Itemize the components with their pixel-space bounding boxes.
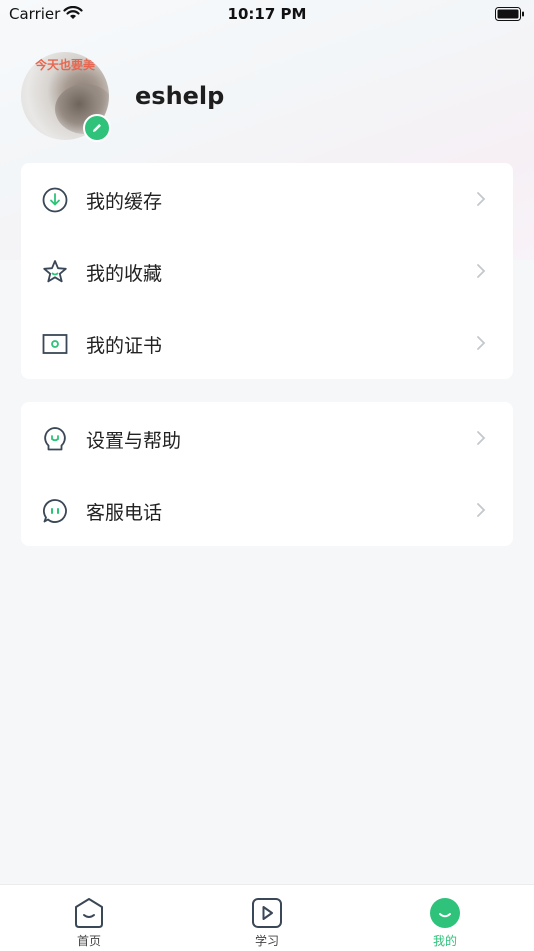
menu-item-label: 我的缓存 xyxy=(86,191,163,213)
menu-card-secondary: 设置与帮助 客服电话 xyxy=(21,402,513,546)
tab-label: 首页 xyxy=(76,934,101,948)
download-icon xyxy=(42,187,68,213)
menu-item-cache[interactable]: 我的缓存 xyxy=(21,163,513,235)
menu-item-customer-service[interactable]: 客服电话 xyxy=(21,474,513,546)
tab-home[interactable]: 首页 xyxy=(29,885,149,951)
avatar-caption: 今天也要美 xyxy=(34,58,95,72)
help-bulb-icon xyxy=(44,427,66,451)
tab-study[interactable]: 学习 xyxy=(207,885,327,951)
chevron-right-icon xyxy=(477,431,486,445)
chevron-right-icon xyxy=(477,336,486,350)
certificate-icon xyxy=(42,334,68,354)
status-time: 10:17 PM xyxy=(227,5,307,23)
menu-item-label: 我的收藏 xyxy=(86,263,163,285)
tab-mine[interactable]: 我的 xyxy=(385,885,505,951)
chevron-right-icon xyxy=(477,503,486,517)
menu-item-settings-help[interactable]: 设置与帮助 xyxy=(21,402,513,474)
chevron-right-icon xyxy=(477,192,486,206)
menu-item-favorites[interactable]: 我的收藏 xyxy=(21,235,513,307)
edit-avatar-button[interactable] xyxy=(83,114,111,142)
status-bar: Carrier 10:17 PM xyxy=(0,0,534,28)
play-icon xyxy=(252,898,282,928)
menu-item-label: 客服电话 xyxy=(86,502,163,524)
pencil-icon xyxy=(93,124,101,132)
bottom-tab-bar: 首页 学习 我的 xyxy=(0,884,534,951)
battery-icon xyxy=(495,7,524,21)
profile-icon xyxy=(430,898,460,928)
username: eshelp xyxy=(135,82,225,110)
star-icon xyxy=(43,260,67,283)
chevron-right-icon xyxy=(477,264,486,278)
menu-item-certificates[interactable]: 我的证书 xyxy=(21,307,513,379)
menu-card-primary: 我的缓存 我的收藏 我的证书 xyxy=(21,163,513,379)
home-icon xyxy=(75,898,103,928)
menu-item-label: 我的证书 xyxy=(86,335,163,357)
tab-label: 学习 xyxy=(254,934,279,948)
tab-label-active: 我的 xyxy=(432,934,457,948)
menu-item-label: 设置与帮助 xyxy=(86,430,182,452)
chat-icon xyxy=(43,499,67,523)
